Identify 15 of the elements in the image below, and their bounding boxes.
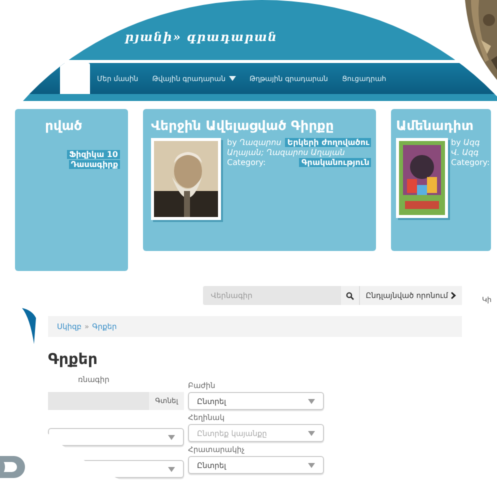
- card-title: Վերջին Ավելացված Գիրքը: [151, 119, 335, 134]
- book-info: by Ազգ: [451, 138, 480, 147]
- book-info: Աղայան; Ղազարոս Աղայան: [227, 148, 345, 157]
- tag[interactable]: Գրականություն: [299, 158, 372, 167]
- tag[interactable]: Երկերի ժողովածու: [285, 138, 372, 147]
- tag[interactable]: Դասագիրք: [68, 160, 120, 169]
- book-info: Վ. Ազգ: [451, 148, 479, 157]
- book-info: Category:: [227, 158, 266, 167]
- book-info: Category:: [451, 158, 490, 167]
- tag[interactable]: Ֆիզիկա 10: [67, 150, 120, 159]
- card-title: րված: [45, 119, 84, 134]
- card-title: Ամենադիտ: [396, 119, 475, 134]
- page-heading: Գրքեր: [48, 350, 99, 368]
- site-title: րյանի» գրադարան: [125, 30, 278, 44]
- book-info: by Ղազարոս: [227, 138, 282, 147]
